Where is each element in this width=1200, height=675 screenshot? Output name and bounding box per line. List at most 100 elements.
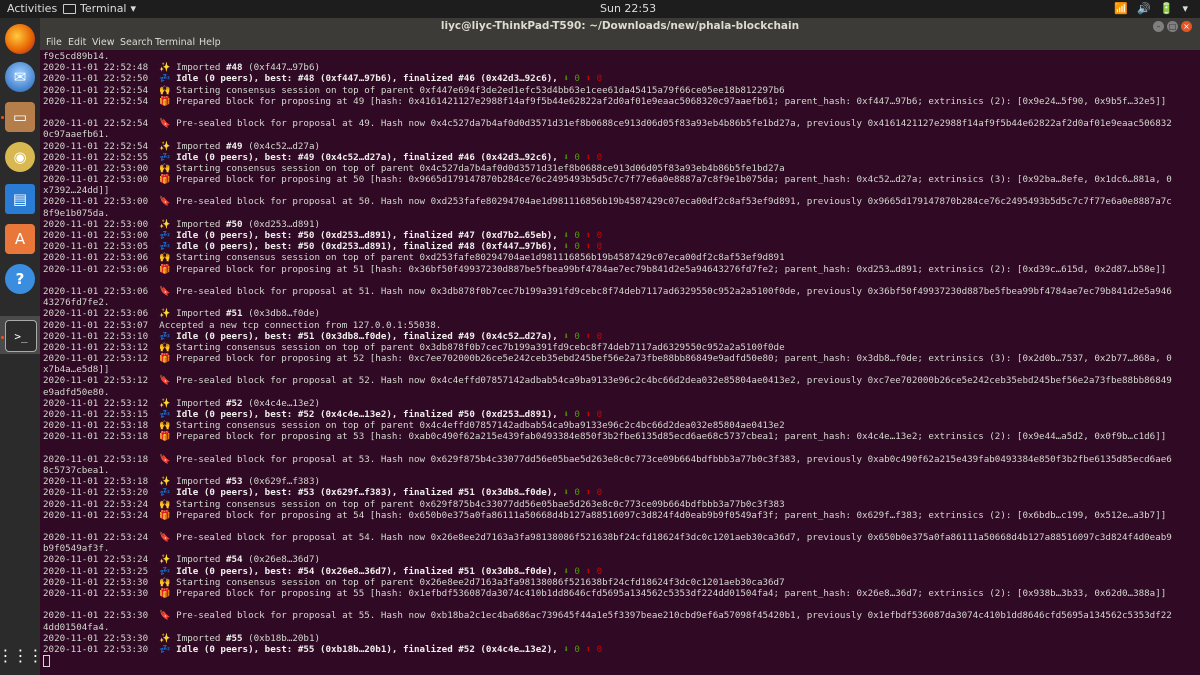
block-number: #55 xyxy=(225,632,243,644)
activities-button[interactable]: Activities xyxy=(7,2,57,15)
app-menu-label: Terminal xyxy=(80,2,127,15)
gift-icon: 🎁 xyxy=(159,174,177,186)
terminal-output[interactable]: f9c5cd89b14. 2020-11-01 22:52:48 ✨ Import… xyxy=(43,51,1198,673)
log-line: 2020-11-01 22:53:24 ✨ Imported #54 (0x26… xyxy=(43,554,1198,565)
menu-edit[interactable]: Edit xyxy=(68,37,86,48)
upload-rate: ⬆ 0 xyxy=(579,643,603,655)
software-icon[interactable]: A xyxy=(5,224,35,254)
menu-bar: File Edit View Search Terminal Help xyxy=(40,36,1200,50)
top-bar: Activities Terminal ▾ Sun 22:53 📶 🔊 🔋 ▾ xyxy=(0,0,1200,18)
firefox-icon[interactable] xyxy=(5,24,35,54)
minimize-button[interactable]: – xyxy=(1153,21,1164,32)
log-line: 2020-11-01 22:53:25 💤 Idle (0 peers), be… xyxy=(43,566,1198,577)
close-button[interactable]: × xyxy=(1181,21,1192,32)
imported-icon: ✨ xyxy=(159,140,177,152)
upload-rate: ⬆ 0 xyxy=(579,73,603,85)
thunderbird-icon[interactable]: ✉ xyxy=(5,62,35,92)
log-line: 2020-11-01 22:53:18 🙌 Starting consensus… xyxy=(43,420,1198,431)
download-rate: ⬇ 0 xyxy=(557,643,580,655)
log-message: Accepted a new tcp connection from 127.0… xyxy=(159,319,442,331)
dock: ✉ ▭ ◉ ▤ A ? >_ ⋮⋮⋮ xyxy=(0,18,44,675)
idle-icon: 💤 xyxy=(159,73,177,85)
wifi-icon: 📶 xyxy=(1114,2,1129,15)
log-message: Prepared block for proposing at 51 [hash… xyxy=(176,263,1167,275)
terminal-icon xyxy=(63,3,76,14)
log-line: b9f0549af3f. xyxy=(43,543,1198,554)
log-continuation: 4dd01504fa4. xyxy=(43,621,110,633)
bookmark-icon: 🔖 xyxy=(159,610,177,622)
writer-icon[interactable]: ▤ xyxy=(5,184,35,214)
log-continuation: f9c5cd89b14. xyxy=(43,51,110,62)
app-menu[interactable]: Terminal ▾ xyxy=(63,2,136,15)
starting-icon: 🙌 xyxy=(159,420,177,432)
system-tray[interactable]: 📶 🔊 🔋 ▾ xyxy=(1114,2,1188,15)
log-continuation: 0c97aaefb61. xyxy=(43,129,110,141)
window-titlebar[interactable]: liyc@liyc-ThinkPad-T590: ~/Downloads/new… xyxy=(40,18,1200,36)
log-timestamp: 2020-11-01 22:53:25 xyxy=(43,565,160,577)
files-icon[interactable]: ▭ xyxy=(5,102,35,132)
rhythmbox-icon[interactable]: ◉ xyxy=(5,142,35,172)
log-label: Imported xyxy=(176,218,226,230)
block-number: #49 xyxy=(225,140,243,152)
log-line: 2020-11-01 22:53:06 ✨ Imported #51 (0x3d… xyxy=(43,308,1198,319)
log-line: 2020-11-01 22:53:12 🙌 Starting consensus… xyxy=(43,342,1198,353)
log-timestamp: 2020-11-01 22:53:18 xyxy=(43,453,160,465)
log-line: 2020-11-01 22:53:30 ✨ Imported #55 (0xb1… xyxy=(43,633,1198,644)
log-message: Prepared block for proposing at 54 [hash… xyxy=(176,509,1167,521)
menu-file[interactable]: File xyxy=(46,37,62,48)
imported-icon: ✨ xyxy=(159,62,177,74)
maximize-button[interactable]: □ xyxy=(1167,21,1178,32)
menu-help[interactable]: Help xyxy=(199,37,221,48)
starting-icon: 🙌 xyxy=(159,252,177,264)
log-line: 2020-11-01 22:52:50 💤 Idle (0 peers), be… xyxy=(43,73,1198,84)
imported-icon: ✨ xyxy=(159,554,177,566)
menu-view[interactable]: View xyxy=(92,37,115,48)
log-timestamp: 2020-11-01 22:53:30 xyxy=(43,588,160,599)
log-timestamp: 2020-11-01 22:52:54 xyxy=(43,140,160,152)
log-continuation: b9f0549af3f. xyxy=(43,543,110,555)
log-line: x7b4a…e5d8]] xyxy=(43,364,1198,375)
clock[interactable]: Sun 22:53 xyxy=(600,2,656,15)
log-line: 2020-11-01 22:53:18 ✨ Imported #53 (0x62… xyxy=(43,476,1198,487)
log-line: 2020-11-01 22:53:30 🎁 Prepared block for… xyxy=(43,588,1198,599)
log-message: Starting consensus session on top of par… xyxy=(176,576,785,588)
help-icon[interactable]: ? xyxy=(5,264,35,294)
imported-icon: ✨ xyxy=(159,397,177,409)
download-rate: ⬇ 0 xyxy=(557,409,580,420)
log-timestamp: 2020-11-01 22:53:00 xyxy=(43,218,160,230)
download-rate: ⬇ 0 xyxy=(557,73,580,85)
log-continuation: 43276fd7fe2. xyxy=(43,297,110,309)
download-rate: ⬇ 0 xyxy=(557,565,580,577)
log-continuation: x7b4a…e5d8]] xyxy=(43,364,110,376)
log-continuation: 8f9e1b075da. xyxy=(43,207,110,219)
bookmark-icon: 🔖 xyxy=(159,532,177,544)
log-message: Pre-sealed block for proposal at 50. Has… xyxy=(176,196,1172,208)
log-line: 2020-11-01 22:53:06 🔖 Pre-sealed block f… xyxy=(43,286,1198,297)
log-timestamp: 2020-11-01 22:53:06 xyxy=(43,263,160,275)
log-line: 2020-11-01 22:53:24 🎁 Prepared block for… xyxy=(43,510,1198,521)
log-continuation: 8c5737cbea1. xyxy=(43,464,110,476)
log-timestamp: 2020-11-01 22:52:48 xyxy=(43,62,160,74)
log-line: 2020-11-01 22:53:18 🎁 Prepared block for… xyxy=(43,431,1198,442)
download-rate: ⬇ 0 xyxy=(557,151,580,163)
block-number: #51 xyxy=(225,308,243,320)
log-timestamp: 2020-11-01 22:52:55 xyxy=(43,151,160,163)
terminal-icon[interactable]: >_ xyxy=(5,320,37,352)
starting-icon: 🙌 xyxy=(159,341,177,353)
log-line: 2020-11-01 22:53:30 🔖 Pre-sealed block f… xyxy=(43,610,1198,621)
log-line: 2020-11-01 22:53:15 💤 Idle (0 peers), be… xyxy=(43,409,1198,420)
gift-icon: 🎁 xyxy=(159,353,177,365)
log-line: 2020-11-01 22:53:05 💤 Idle (0 peers), be… xyxy=(43,241,1198,252)
log-line: 2020-11-01 22:53:07 Accepted a new tcp c… xyxy=(43,320,1198,331)
gift-icon: 🎁 xyxy=(159,431,177,443)
menu-search[interactable]: Search xyxy=(120,37,153,48)
log-message: Starting consensus session on top of par… xyxy=(176,162,785,174)
log-timestamp: 2020-11-01 22:53:24 xyxy=(43,498,160,510)
log-message: Pre-sealed block for proposal at 53. Has… xyxy=(176,453,1172,465)
menu-terminal[interactable]: Terminal xyxy=(155,37,195,48)
log-timestamp: 2020-11-01 22:53:18 xyxy=(43,431,160,443)
imported-icon: ✨ xyxy=(159,218,177,230)
show-apps-icon[interactable]: ⋮⋮⋮ xyxy=(0,640,44,670)
running-indicator xyxy=(1,116,4,119)
log-line: 8c5737cbea1. xyxy=(43,465,1198,476)
